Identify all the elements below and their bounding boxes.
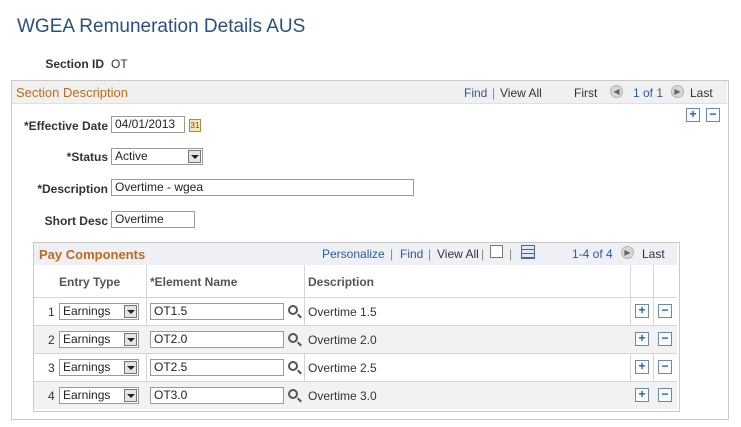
calendar-icon[interactable]: 31 — [189, 119, 201, 132]
element-name-field[interactable]: OT2.5 — [150, 359, 284, 376]
personalize-link[interactable]: Personalize — [322, 247, 385, 261]
entry-type-select[interactable]: Earnings — [59, 303, 139, 320]
view-all-link[interactable]: View All — [500, 86, 542, 100]
status-label: *Status — [66, 150, 108, 164]
delete-row-button[interactable]: − — [658, 360, 672, 374]
search-icon[interactable] — [288, 389, 298, 399]
chevron-down-icon — [124, 361, 137, 374]
effective-date-field[interactable]: 04/01/2013 — [111, 116, 185, 133]
effective-date-label: *Effective Date — [23, 119, 108, 133]
first-label: First — [574, 86, 598, 100]
row-number: 2 — [48, 333, 55, 347]
entry-type-value: Earnings — [63, 360, 111, 374]
zoom-icon[interactable] — [490, 245, 503, 258]
search-icon[interactable] — [288, 333, 298, 343]
section-count: 1 of 1 — [633, 86, 664, 100]
delete-row-button[interactable]: − — [658, 304, 672, 318]
entry-type-value: Earnings — [63, 388, 111, 402]
column-header-description[interactable]: Description — [308, 275, 374, 289]
row-number: 3 — [48, 361, 55, 375]
page-title: WGEA Remuneration Details AUS — [17, 16, 306, 37]
find-link[interactable]: Find — [464, 86, 487, 100]
next-icon[interactable]: ▶ — [671, 85, 684, 98]
last-label: Last — [690, 86, 713, 100]
row-number: 4 — [48, 389, 55, 403]
short-desc-label: Short Desc — [44, 214, 108, 228]
row-description: Overtime 3.0 — [308, 389, 377, 403]
element-name-field[interactable]: OT3.0 — [150, 387, 284, 404]
element-name-field[interactable]: OT1.5 — [150, 303, 284, 320]
column-header-entry-type[interactable]: Entry Type — [59, 275, 120, 289]
search-icon[interactable] — [288, 361, 298, 371]
column-header-element-name[interactable]: *Element Name — [150, 275, 237, 289]
row-description: Overtime 1.5 — [308, 305, 377, 319]
description-field[interactable]: Overtime - wgea — [111, 179, 414, 196]
previous-icon[interactable]: ◀ — [610, 85, 623, 98]
grid-find-link[interactable]: Find — [400, 247, 423, 261]
status-value: Active — [115, 149, 148, 163]
separator: | — [492, 86, 496, 100]
delete-row-button[interactable]: − — [658, 332, 672, 346]
add-row-button[interactable]: + — [686, 108, 700, 122]
element-name-field[interactable]: OT2.0 — [150, 331, 284, 348]
download-grid-icon[interactable] — [521, 245, 535, 259]
grid-next-icon[interactable]: ▶ — [621, 246, 634, 259]
section-description-title: Section Description — [16, 85, 128, 100]
entry-type-select[interactable]: Earnings — [59, 387, 139, 404]
status-select[interactable]: Active — [111, 148, 203, 165]
delete-row-button[interactable]: − — [658, 388, 672, 402]
grid-view-all-link[interactable]: View All — [437, 247, 479, 261]
chevron-down-icon — [124, 305, 137, 318]
entry-type-value: Earnings — [63, 304, 111, 318]
chevron-down-icon — [188, 150, 201, 163]
separator: | — [390, 247, 394, 261]
entry-type-select[interactable]: Earnings — [59, 359, 139, 376]
grid-last-label: Last — [642, 247, 665, 261]
entry-type-select[interactable]: Earnings — [59, 331, 139, 348]
short-desc-field[interactable]: Overtime — [111, 211, 195, 228]
separator: | — [509, 247, 513, 261]
add-row-button[interactable]: + — [635, 332, 649, 346]
add-row-button[interactable]: + — [635, 304, 649, 318]
search-icon[interactable] — [288, 305, 298, 315]
chevron-down-icon — [124, 389, 137, 402]
section-id-value: OT — [111, 57, 128, 71]
delete-row-button[interactable]: − — [706, 108, 720, 122]
add-row-button[interactable]: + — [635, 388, 649, 402]
entry-type-value: Earnings — [63, 332, 111, 346]
row-number: 1 — [48, 305, 55, 319]
separator: | — [481, 247, 485, 261]
description-label: *Description — [37, 182, 108, 196]
row-description: Overtime 2.5 — [308, 361, 377, 375]
section-id-label: Section ID — [45, 57, 104, 71]
pay-components-title: Pay Components — [39, 247, 146, 262]
row-description: Overtime 2.0 — [308, 333, 377, 347]
add-row-button[interactable]: + — [635, 360, 649, 374]
grid-count: 1-4 of 4 — [572, 247, 613, 261]
chevron-down-icon — [124, 333, 137, 346]
separator: | — [428, 247, 432, 261]
